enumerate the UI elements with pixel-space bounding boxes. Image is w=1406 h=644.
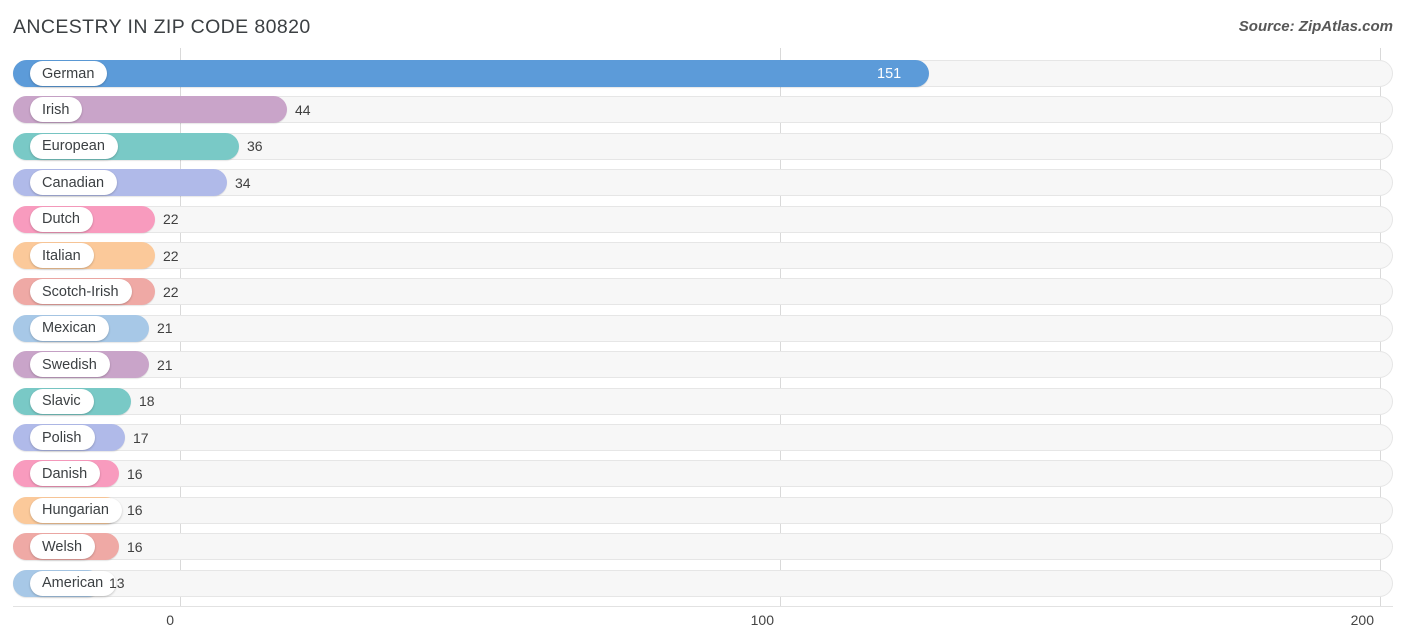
bar-row[interactable]: American 13 xyxy=(13,569,1393,597)
plot-area: German 151 Irish 44 European 36 Canadian 34 Dutc… xyxy=(0,48,1406,606)
bar-category-label: Italian xyxy=(30,243,94,268)
bar-category-label: European xyxy=(30,133,118,159)
bar[interactable] xyxy=(13,60,929,87)
bar-row[interactable]: Mexican 21 xyxy=(13,314,1393,342)
bar-track xyxy=(13,314,1393,342)
bar-value-label: 22 xyxy=(163,211,179,228)
bar-category-label: American xyxy=(30,570,117,596)
axis-separator xyxy=(13,606,1393,607)
bar-category-label: Slavic xyxy=(30,388,94,414)
page-title: ANCESTRY IN ZIP CODE 80820 xyxy=(13,16,311,38)
x-axis: 0 100 200 xyxy=(0,606,1406,644)
bar-value-label: 22 xyxy=(163,283,179,300)
bar-category-label: Dutch xyxy=(30,206,93,232)
bar-track xyxy=(13,424,1393,451)
bar-category-label: Mexican xyxy=(30,315,109,341)
chart-page: ANCESTRY IN ZIP CODE 80820 Source: ZipAt… xyxy=(0,0,1406,644)
bar-value-label: 16 xyxy=(127,538,143,555)
bar-track xyxy=(13,533,1393,561)
bar-value-label: 34 xyxy=(235,174,251,191)
bar-value-label: 16 xyxy=(127,502,143,519)
bar-row[interactable]: Canadian 34 xyxy=(13,169,1393,197)
bar-category-label: Swedish xyxy=(30,352,110,378)
bar-value-label: 16 xyxy=(127,465,143,482)
bar-row[interactable]: Slavic 18 xyxy=(13,387,1393,415)
bar-track xyxy=(13,351,1393,379)
bar-category-label: Irish xyxy=(30,97,83,123)
bar-rows: German 151 Irish 44 European 36 Canadian 34 Dutc… xyxy=(0,48,1406,606)
bar-value-label: 36 xyxy=(247,138,263,155)
bar-row[interactable]: European 36 xyxy=(13,132,1393,160)
bar-track xyxy=(13,387,1393,415)
bar-value-label: 21 xyxy=(157,320,173,337)
bar-track xyxy=(13,205,1393,233)
bar-row[interactable]: German 151 xyxy=(13,60,1393,87)
bar-track xyxy=(13,278,1393,306)
bar-track xyxy=(13,569,1393,597)
axis-tick-label: 200 xyxy=(1350,612,1374,628)
bar-value-label: 21 xyxy=(157,356,173,373)
bar-row[interactable]: Polish 17 xyxy=(13,424,1393,451)
bar-category-label: Scotch-Irish xyxy=(30,279,132,305)
bar-value-label: 18 xyxy=(139,393,155,410)
bar-row[interactable]: Scotch-Irish 22 xyxy=(13,278,1393,306)
source-attribution: Source: ZipAtlas.com xyxy=(1238,18,1393,35)
bar-track xyxy=(13,496,1393,524)
bar-category-label: German xyxy=(30,61,108,86)
bar-value-label: 13 xyxy=(109,575,125,592)
bar-row[interactable]: Swedish 21 xyxy=(13,351,1393,379)
bar-row[interactable]: Welsh 16 xyxy=(13,533,1393,561)
bar-value-label: 44 xyxy=(295,101,311,118)
bar-value-label: 22 xyxy=(163,247,179,264)
bar-category-label: Hungarian xyxy=(30,497,122,523)
bar-row[interactable]: Danish 16 xyxy=(13,460,1393,488)
bar-value-label: 151 xyxy=(877,65,902,82)
bar-category-label: Danish xyxy=(30,461,101,487)
axis-tick-label: 0 xyxy=(166,612,174,628)
bar-track xyxy=(13,242,1393,269)
bar-value-label: 17 xyxy=(133,429,149,446)
bar-category-label: Polish xyxy=(30,425,95,450)
bar-row[interactable]: Hungarian 16 xyxy=(13,496,1393,524)
bar-row[interactable]: Irish 44 xyxy=(13,96,1393,124)
bar-row[interactable]: Italian 22 xyxy=(13,242,1393,269)
axis-tick-label: 100 xyxy=(750,612,774,628)
bar-row[interactable]: Dutch 22 xyxy=(13,205,1393,233)
bar-track xyxy=(13,460,1393,488)
bar-category-label: Canadian xyxy=(30,170,118,196)
bar-category-label: Welsh xyxy=(30,534,96,560)
